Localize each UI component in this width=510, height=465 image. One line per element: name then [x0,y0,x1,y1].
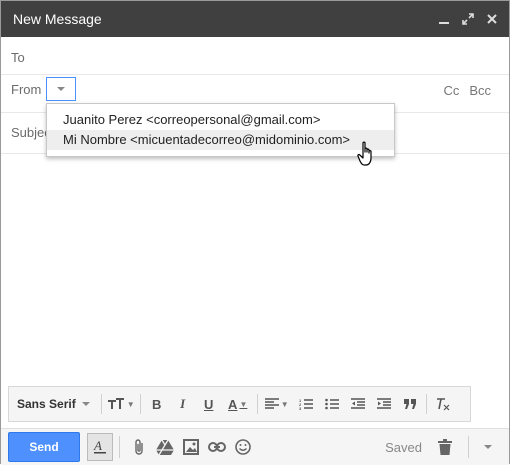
hand-cursor-icon [357,141,372,166]
window-title: New Message [13,11,102,27]
remove-formatting-icon[interactable] [430,392,456,416]
formatting-toolbar: Sans Serif ▼ B I U A ▼ ▼ 123 [8,386,471,422]
link-icon[interactable] [204,434,230,460]
close-icon[interactable] [485,12,499,26]
from-option[interactable]: Juanito Perez <correopersonal@gmail.com> [47,110,394,130]
numbered-list-icon[interactable]: 123 [293,392,319,416]
drive-icon[interactable] [152,434,178,460]
svg-text:3: 3 [299,406,302,410]
underline-icon[interactable]: U [196,392,222,416]
from-select[interactable] [46,77,76,101]
formatting-options-icon[interactable]: A [87,433,113,461]
chevron-down-icon [81,402,90,406]
minimize-icon[interactable] [437,12,451,26]
text-size-icon[interactable]: ▼ [105,392,137,416]
compose-window: New Message To From Cc Bcc Subject Juani… [0,0,510,465]
chevron-down-icon [57,87,65,91]
to-field[interactable]: To [1,37,509,75]
from-label: From [11,82,42,97]
message-body[interactable] [1,154,509,384]
send-button[interactable]: Send [8,432,80,462]
svg-text:A: A [93,439,102,453]
from-dropdown-menu: Juanito Perez <correopersonal@gmail.com>… [46,103,395,157]
to-label: To [11,50,25,65]
indent-more-icon[interactable] [371,392,397,416]
italic-icon[interactable]: I [170,392,196,416]
quote-icon[interactable] [397,392,423,416]
expand-icon[interactable] [461,12,475,26]
photo-icon[interactable] [178,434,204,460]
more-options-icon[interactable] [475,434,501,460]
attach-icon[interactable] [126,434,152,460]
from-option-hovered[interactable]: Mi Nombre <micuentadecorreo@midominio.co… [47,130,394,150]
bold-icon[interactable]: B [144,392,170,416]
emoji-icon[interactable] [230,434,256,460]
bcc-link[interactable]: Bcc [469,83,491,98]
compose-titlebar[interactable]: New Message [1,1,509,37]
bulleted-list-icon[interactable] [319,392,345,416]
indent-less-icon[interactable] [345,392,371,416]
chevron-down-icon [484,445,492,449]
saved-status: Saved [385,439,422,455]
text-color-icon[interactable]: A ▼ [222,392,254,416]
cc-link[interactable]: Cc [443,83,459,98]
text-color-label: A [228,396,238,412]
font-family-select[interactable]: Sans Serif [9,392,98,416]
trash-icon[interactable] [432,434,458,460]
compose-bottom-bar: Send A Saved [1,428,509,465]
font-family-label: Sans Serif [17,397,76,411]
align-icon[interactable]: ▼ [261,392,293,416]
